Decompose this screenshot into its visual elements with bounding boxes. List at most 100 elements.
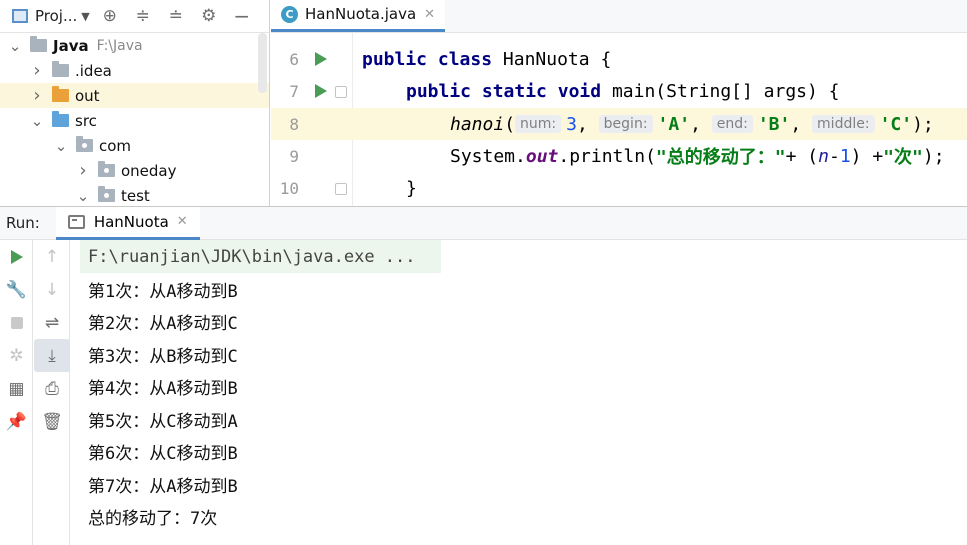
code-line: } <box>353 172 967 204</box>
code-text: - <box>828 145 840 167</box>
variable: n <box>818 145 829 167</box>
code-text: ) + <box>850 145 884 167</box>
code-line: System. out .println("总的移动了：" + (n -1) + "次")… <box>353 140 967 172</box>
code-text: .println( <box>558 145 656 167</box>
code-text: + ( <box>785 145 819 167</box>
class-name: HanNuota <box>502 48 590 70</box>
up-arrow-icon[interactable]: ↑ <box>34 240 70 273</box>
tree-item-label: out <box>75 86 100 105</box>
project-toolbar: Proj... ▼ ⊕ ≑ ≐ ⚙ − <box>0 0 269 33</box>
hide-panel-icon[interactable]: − <box>229 3 255 29</box>
run-header: Run: HanNuota ✕ <box>0 206 967 240</box>
collapse-all-icon[interactable]: ≐ <box>163 3 189 29</box>
number-literal: 1 <box>839 145 851 167</box>
project-title: Proj... <box>35 7 78 25</box>
print-icon[interactable]: ⎙ <box>34 372 70 405</box>
editor-gutter: 6 7 8 9 10 <box>271 33 353 206</box>
line-number: 6 <box>289 49 299 69</box>
expand-all-icon[interactable]: ≑ <box>130 3 156 29</box>
tree-item-java[interactable]: ⌄ Java F:\Java <box>0 33 269 58</box>
console-line-text: 第2次：从A移动到C <box>88 314 238 335</box>
code-area[interactable]: public class HanNuota { public static vo… <box>353 33 967 206</box>
run-gutter-icon[interactable] <box>315 52 327 66</box>
console-line-text: 第3次：从B移动到C <box>88 346 238 367</box>
console-line-text: 第7次：从A移动到B <box>88 476 238 497</box>
console-line: 第3次：从B移动到C <box>80 338 967 371</box>
console-line-text: 第1次：从A移动到B <box>88 281 238 302</box>
gutter-line: 10 <box>271 172 353 204</box>
project-scrollbar[interactable] <box>258 33 267 93</box>
run-toolbar: 🔧 ✲ ▦ 📌 <box>0 240 33 545</box>
close-icon[interactable]: ✕ <box>177 214 188 229</box>
chevron-right-icon[interactable]: › <box>30 85 44 106</box>
top-area: Proj... ▼ ⊕ ≑ ≐ ⚙ − ⌄ Java F:\Java › .idea › o… <box>0 0 967 206</box>
run-gutter-icon[interactable] <box>315 84 327 98</box>
locate-file-icon[interactable]: ⊕ <box>97 3 123 29</box>
keyword: class <box>437 48 493 70</box>
chevron-down-icon: ▼ <box>81 9 90 23</box>
tree-item-path: F:\Java <box>96 37 143 54</box>
chevron-down-icon[interactable]: ⌄ <box>54 137 68 155</box>
stop-icon <box>10 316 23 329</box>
code-line: public static void main(String[] args) { <box>353 75 967 107</box>
param-hint: middle: <box>812 115 875 133</box>
console-line-text: 第6次：从C移动到B <box>88 444 238 465</box>
down-arrow-icon[interactable]: ↓ <box>34 273 70 306</box>
tree-item-label: src <box>75 111 97 130</box>
rerun-button[interactable] <box>0 240 33 273</box>
tree-item-label: oneday <box>121 161 177 180</box>
gear-icon[interactable]: ⚙ <box>196 3 222 29</box>
fold-icon[interactable] <box>335 183 347 195</box>
code-text: ( <box>504 113 516 135</box>
keyword: public <box>362 48 428 70</box>
fold-icon[interactable] <box>335 86 347 98</box>
tree-item-label: .idea <box>75 61 112 80</box>
tree-item-oneday[interactable]: › oneday <box>0 158 269 183</box>
console-command-line: F:\ruanjian\JDK\bin\java.exe ... <box>80 240 441 273</box>
static-field: out <box>525 145 559 167</box>
tree-item-out[interactable]: › out <box>0 83 269 108</box>
console-lines: 第1次：从A移动到B 第2次：从A移动到C 第3次：从B移动到C 第4次：从A移动到B… <box>80 273 967 533</box>
close-icon[interactable]: ✕ <box>424 7 435 22</box>
code-text: ); <box>922 145 945 167</box>
console-output[interactable]: F:\ruanjian\JDK\bin\java.exe ... 第1次：从A移… <box>80 240 967 545</box>
tab-hannuota-java[interactable]: C HanNuota.java ✕ <box>271 0 446 32</box>
console-line: 第1次：从A移动到B <box>80 273 967 306</box>
param-hint: num: <box>515 115 562 133</box>
param-hint: begin: <box>598 115 653 133</box>
trash-icon[interactable]: 🗑 <box>34 405 70 438</box>
chevron-right-icon[interactable]: › <box>76 160 90 181</box>
project-view-selector[interactable]: Proj... ▼ <box>12 7 90 25</box>
editor: C HanNuota.java ✕ 6 7 8 9 10 public clas… <box>271 0 967 206</box>
console-line: 第2次：从A移动到C <box>80 306 967 339</box>
stop-button[interactable] <box>0 306 33 339</box>
pin-icon[interactable]: 📌 <box>0 405 33 438</box>
exit-icon[interactable]: ✲ <box>0 339 33 372</box>
tree-item-com[interactable]: ⌄ com <box>0 133 269 158</box>
gutter-line: 6 <box>271 43 353 75</box>
wrench-icon[interactable]: 🔧 <box>0 273 33 306</box>
scroll-to-end-icon[interactable]: ⤓ <box>34 339 70 372</box>
soft-wrap-icon[interactable]: ⇌ <box>34 306 70 339</box>
folder-icon <box>52 61 69 77</box>
tree-item-test[interactable]: ⌄ test <box>0 183 269 206</box>
package-icon <box>98 161 115 177</box>
chevron-right-icon[interactable]: › <box>30 60 44 81</box>
layout-icon[interactable]: ▦ <box>0 372 33 405</box>
chevron-down-icon[interactable]: ⌄ <box>76 187 90 205</box>
code-text: ); <box>912 113 934 135</box>
chevron-down-icon[interactable]: ⌄ <box>30 112 44 130</box>
char-literal: 'A' <box>657 113 691 135</box>
run-panel: Run: HanNuota ✕ 🔧 ✲ ▦ 📌 ↑ ↓ ⇌ ⤓ ⎙ 🗑 F:\r… <box>0 206 967 545</box>
run-tab-hannuota[interactable]: HanNuota ✕ <box>55 206 200 240</box>
string-literal: "次" <box>883 147 923 168</box>
tree-item-src[interactable]: ⌄ src <box>0 108 269 133</box>
project-window-icon <box>12 9 28 23</box>
console-line: 第7次：从A移动到B <box>80 468 967 501</box>
console-line-text: 总的移动了：7次 <box>88 509 218 530</box>
param-hint: end: <box>711 115 753 133</box>
tree-item-idea[interactable]: › .idea <box>0 58 269 83</box>
chevron-down-icon[interactable]: ⌄ <box>8 37 22 55</box>
method-call: hanoi <box>450 113 505 135</box>
command-text: F:\ruanjian\JDK\bin\java.exe ... <box>88 246 416 267</box>
